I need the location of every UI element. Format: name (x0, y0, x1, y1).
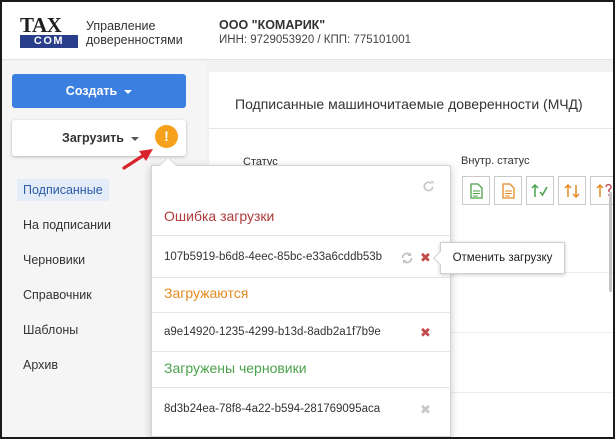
uploading-title: Загружаются (164, 285, 249, 301)
sidebar-item-label: Справочник (23, 288, 92, 302)
divider (152, 277, 450, 278)
sidebar-item-label: Черновики (23, 253, 86, 267)
uploaded-file-name: 8d3b24ea-78f8-4a22-b594-281769095aca (164, 403, 381, 415)
sidebar-item-label: На подписании (23, 218, 112, 232)
scrollbar[interactable] (609, 192, 612, 292)
logo-com-text: COM (20, 35, 78, 48)
filter-document-orange-button[interactable] (494, 176, 522, 205)
taxcom-logo[interactable]: TAX COM (20, 13, 78, 48)
filter-arrows-updown-button[interactable] (558, 176, 586, 205)
upload-error-title: Ошибка загрузки (164, 208, 275, 224)
uploaded-drafts-title: Загружены черновики (164, 360, 307, 376)
arrows-updown-icon (564, 183, 580, 198)
error-file-name: 107b5919-b6d8-4eec-85bc-e33a6cddb53b (164, 251, 383, 263)
upload-warning-icon[interactable]: ! (155, 125, 178, 148)
chevron-down-icon (130, 136, 139, 141)
app-title: Управление доверенностями (86, 19, 183, 47)
arrow-check-icon (531, 183, 548, 197)
dismiss-icon[interactable]: ✖ (420, 403, 431, 416)
app-header: TAX COM Управление доверенностями ООО "К… (2, 2, 613, 60)
app-title-line1: Управление (86, 19, 156, 33)
document-orange-icon (501, 182, 515, 199)
cancel-upload-tooltip: Отменить загрузку (432, 242, 565, 274)
divider (152, 235, 450, 236)
sidebar-item-label: Подписанные (17, 179, 109, 201)
sidebar-item-label: Шаблоны (23, 323, 79, 337)
divider (152, 351, 450, 352)
app-window: TAX COM Управление доверенностями ООО "К… (0, 0, 615, 439)
cancel-upload-icon[interactable]: ✖ (420, 326, 431, 339)
filter-document-green-button[interactable] (462, 176, 490, 205)
inner-status-filter-label: Внутр. статус (461, 155, 530, 167)
app-title-line2: доверенностями (86, 33, 183, 47)
refresh-icon[interactable] (422, 180, 435, 193)
divider (152, 387, 450, 388)
upload-button-label: Загрузить (62, 131, 124, 145)
divider (152, 312, 450, 313)
filter-arrow-check-button[interactable] (526, 176, 554, 205)
chevron-down-icon (124, 89, 133, 94)
uploading-file-name: a9e14920-1235-4299-b13d-8adb2a1f7b9e (164, 326, 381, 338)
create-button-label: Создать (65, 84, 118, 98)
page-title: Подписанные машиночитаемые доверенности … (235, 96, 583, 112)
organization-ids: ИНН: 9729053920 / КПП: 775101001 (219, 34, 411, 46)
sidebar-item-label: Архив (23, 358, 59, 372)
document-green-icon (469, 182, 483, 199)
create-button[interactable]: Создать (12, 74, 186, 108)
divider (209, 128, 613, 129)
organization-info: ООО "КОМАРИК" ИНН: 9729053920 / КПП: 775… (219, 18, 411, 48)
organization-name: ООО "КОМАРИК" (219, 18, 326, 32)
logo-tax-text: TAX (20, 13, 62, 37)
cancel-upload-icon[interactable]: ✖ (420, 251, 431, 264)
upload-status-popup: Ошибка загрузки 107b5919-b6d8-4eec-85bc-… (151, 156, 451, 437)
tooltip-text: Отменить загрузку (452, 252, 553, 264)
retry-icon[interactable] (400, 251, 414, 265)
